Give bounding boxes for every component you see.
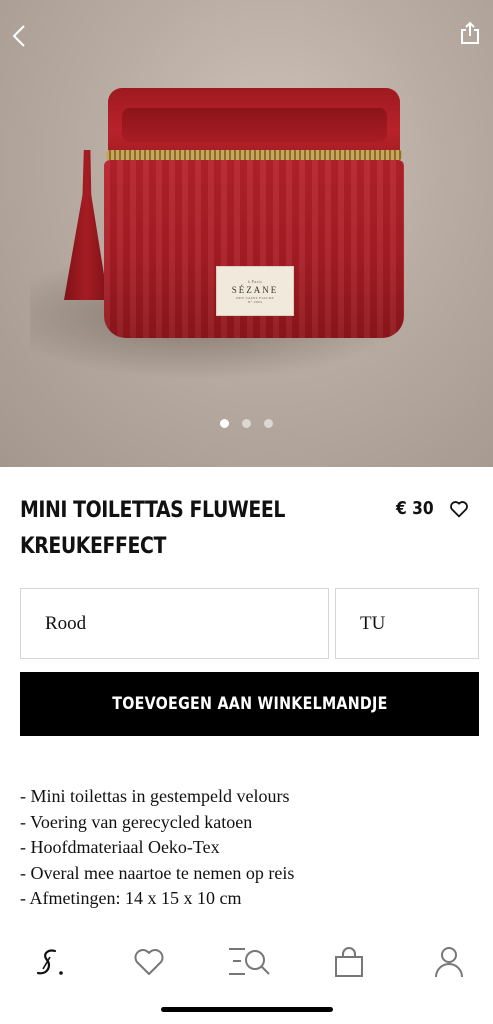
tab-home[interactable] [25,935,75,989]
label-patch-brand: SÉZANE [231,284,279,295]
back-button[interactable] [8,22,30,50]
add-to-cart-button[interactable]: TOEVOEGEN AAN WINKELMANDJE [20,672,479,736]
description-line: - Overal mee naartoe te nemen op reis [20,862,295,883]
description-line: - Hoofdmateriaal Oeko-Tex [20,837,220,857]
share-icon [461,21,479,44]
bag-tassel [64,150,108,300]
brand-label-patch: à Paris SÉZANE DEN SAINT FIACRE N° 2004 [216,266,294,316]
product-image-carousel[interactable]: à Paris SÉZANE DEN SAINT FIACRE N° 2004 [0,0,493,467]
carousel-dot[interactable] [220,419,229,428]
carousel-dots [0,419,493,431]
color-selector[interactable]: Rood [20,588,329,659]
description-line: - Voering van gerecycled katoen [20,811,253,832]
tab-search[interactable] [224,935,274,989]
carousel-dot[interactable] [264,419,273,428]
add-to-cart-label: TOEVOEGEN AAN WINKELMANDJE [111,694,388,714]
logo-s-icon [36,949,63,975]
heart-icon [134,949,164,975]
size-selector-value: TU [360,612,386,634]
size-selector[interactable]: TU [335,588,479,659]
home-indicator [161,1007,333,1012]
tab-cart[interactable] [324,935,374,989]
user-icon [435,947,463,978]
tab-favorites[interactable] [124,935,174,989]
label-patch-tag: N° 2004 [247,299,263,304]
description-line: - Afmetingen: 14 x 15 x 10 cm [20,888,242,908]
product-title: MINI TOILETTAS FLUWEEL KREUKEFFECT [20,498,285,559]
search-menu-icon [229,948,270,975]
label-patch-top: à Paris [247,278,263,284]
bag-zipper [106,150,402,160]
carousel-dot[interactable] [242,419,251,428]
product-description: - Mini toilettas in gestempeld velours -… [20,784,460,912]
heart-icon [450,501,468,518]
bag-opening [122,108,387,142]
product-price: € 30 [396,498,434,519]
color-selector-value: Rood [45,612,87,634]
chevron-left-icon [12,25,25,47]
shopping-bag-icon [335,947,363,977]
description-line: - Mini toilettas in gestempeld velours [20,786,290,806]
bottom-tab-bar [0,935,493,989]
favorite-button[interactable] [449,499,469,519]
share-button[interactable] [458,20,482,46]
tab-account[interactable] [424,935,474,989]
